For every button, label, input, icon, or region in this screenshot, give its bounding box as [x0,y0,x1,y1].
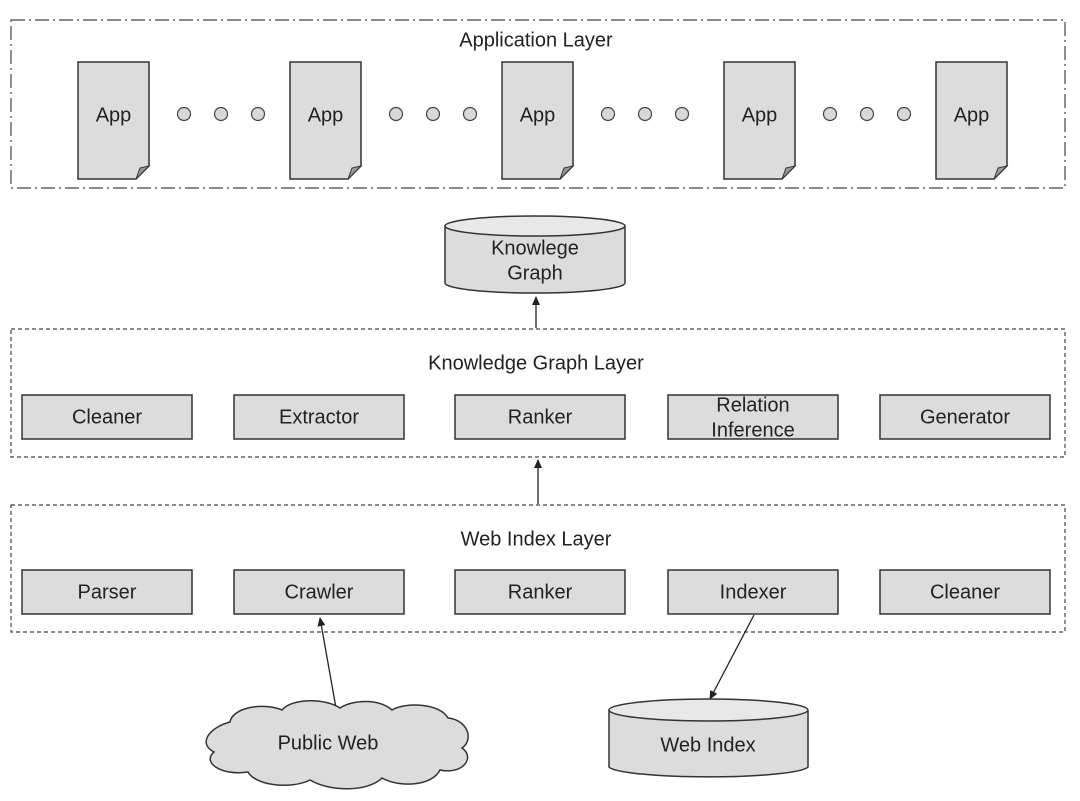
knowledge-graph-layer: Knowledge Graph Layer Cleaner Extractor Ra… [10,328,1066,458]
kg-layer-title: Knowledge Graph Layer [428,352,644,374]
app-document: App [289,61,363,180]
ellipsis-dot [213,106,229,122]
ellipsis-dot [896,106,912,122]
ellipsis-dot [600,106,616,122]
app-document: App [501,61,575,180]
knowledge-graph-store: Knowlege Graph [444,215,626,294]
application-layer: Application Layer App App App App App [10,19,1066,189]
app-document: App [935,61,1009,180]
kg-component-ranker: Ranker [454,394,626,440]
kg-component-extractor: Extractor [233,394,405,440]
web-index-label: Web Index [660,734,755,756]
ellipsis-dot [637,106,653,122]
ellipsis-dot [425,106,441,122]
cylinder-top [444,215,626,237]
web-index-layer: Web Index Layer Parser Crawler Ranker Index… [10,504,1066,633]
web-index-component-ranker: Ranker [454,569,626,615]
component-label: Ranker [508,581,573,603]
app-label: App [954,104,990,126]
component-label: Crawler [285,581,354,603]
public-web-cloud: Public Web [205,700,469,790]
app-document: App [77,61,151,180]
component-label: Relation [716,394,789,416]
ellipsis-dot [388,106,404,122]
component-label: Cleaner [72,406,142,428]
ellipsis-dot [859,106,875,122]
app-label: App [742,104,778,126]
kg-component-generator: Generator [879,394,1051,440]
ellipsis-dot [176,106,192,122]
ellipsis-dot [822,106,838,122]
web-index-store: Web Index [608,698,809,778]
ellipsis-dot [250,106,266,122]
web-index-component-cleaner: Cleaner [879,569,1051,615]
app-label: App [96,104,132,126]
app-document: App [723,61,797,180]
component-label: Cleaner [930,581,1000,603]
architecture-diagram: Application Layer App App App App App Knowle… [10,19,1066,790]
web-index-component-crawler: Crawler [233,569,405,615]
kg-store-label-1: Knowlege [491,237,579,259]
kg-component-relation: Relation Inference [667,394,839,441]
application-layer-title: Application Layer [459,29,613,51]
app-label: App [308,104,344,126]
app-label: App [520,104,556,126]
cylinder-top [608,698,809,722]
component-label-2: Inference [711,419,794,441]
kg-component-cleaner: Cleaner [21,394,193,440]
component-label: Indexer [720,581,787,603]
kg-store-label-2: Graph [507,262,563,284]
web-index-component-parser: Parser [21,569,193,615]
ellipsis-dot [674,106,690,122]
component-label: Extractor [279,406,359,428]
component-label: Ranker [508,406,573,428]
component-label: Generator [920,406,1010,428]
web-index-layer-title: Web Index Layer [461,528,612,550]
public-web-label: Public Web [278,732,379,754]
component-label: Parser [78,581,137,603]
arrow-indexer-to-web-index [709,614,755,700]
ellipsis-dot [462,106,478,122]
web-index-component-indexer: Indexer [667,569,839,615]
